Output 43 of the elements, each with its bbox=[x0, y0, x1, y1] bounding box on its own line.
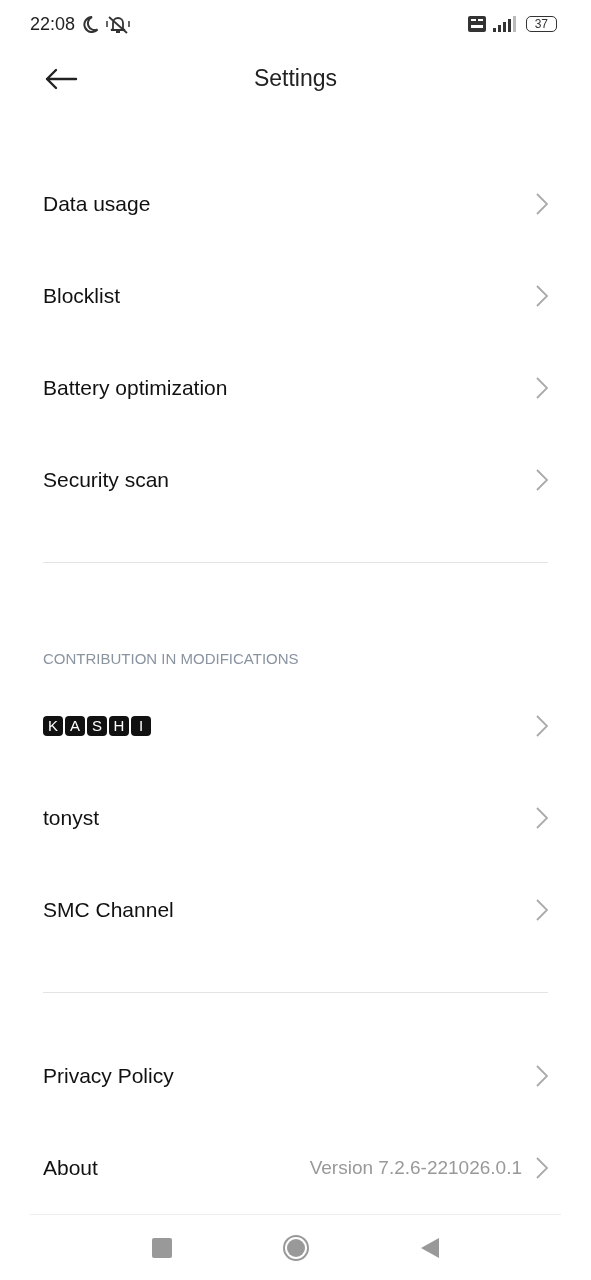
recents-square-icon[interactable] bbox=[151, 1237, 172, 1258]
settings-row[interactable]: Data usage bbox=[0, 158, 591, 251]
section-heading: CONTRIBUTION IN MODIFICATIONS bbox=[42, 649, 300, 670]
settings-row[interactable]: tonyst bbox=[0, 772, 591, 865]
chevron-right-icon bbox=[536, 193, 548, 216]
chevron-right-icon bbox=[536, 807, 548, 830]
chevron-right-icon bbox=[536, 469, 548, 492]
chevron-right-icon bbox=[536, 1157, 548, 1180]
version-text: Version 7.2.6-221026.0.1 bbox=[309, 1157, 522, 1180]
settings-row[interactable]: Blocklist bbox=[0, 250, 591, 343]
moon-icon bbox=[81, 15, 100, 34]
chevron-right-icon bbox=[536, 715, 548, 738]
row-label: tonyst bbox=[43, 806, 100, 831]
settings-row[interactable]: Battery optimization bbox=[0, 342, 591, 435]
keycap-letter: K bbox=[43, 716, 63, 737]
keycap-letter: H bbox=[109, 716, 129, 737]
row-label: Data usage bbox=[43, 192, 151, 217]
chevron-right-icon bbox=[536, 377, 548, 400]
keycap-letter: S bbox=[87, 716, 107, 737]
back-triangle-icon[interactable] bbox=[419, 1236, 440, 1259]
back-arrow-icon[interactable] bbox=[44, 67, 78, 90]
row-label: Security scan bbox=[43, 468, 170, 493]
row-label: Privacy Policy bbox=[43, 1064, 174, 1089]
keycap-letter: I bbox=[131, 716, 151, 737]
settings-row[interactable]: K A S H I bbox=[0, 680, 591, 773]
chevron-right-icon bbox=[536, 285, 548, 308]
muted-bell-icon bbox=[105, 14, 132, 35]
settings-row[interactable]: Privacy Policy bbox=[0, 1030, 591, 1123]
clock-time: 22:08 bbox=[30, 13, 76, 35]
keycap-letter: A bbox=[65, 716, 85, 737]
settings-row[interactable]: Security scan bbox=[0, 434, 591, 527]
page-title: Settings bbox=[253, 65, 338, 93]
home-circle-icon[interactable] bbox=[281, 1233, 310, 1262]
row-label: Blocklist bbox=[43, 284, 121, 309]
settings-row[interactable]: SMC Channel bbox=[0, 864, 591, 957]
chevron-right-icon bbox=[536, 899, 548, 922]
row-label: About bbox=[43, 1156, 98, 1181]
row-label: Battery optimization bbox=[43, 376, 228, 401]
signal-icon bbox=[491, 16, 518, 33]
chevron-right-icon bbox=[536, 1065, 548, 1088]
settings-row[interactable]: About Version 7.2.6-221026.0.1 bbox=[0, 1122, 591, 1215]
row-label: SMC Channel bbox=[43, 898, 174, 923]
battery-indicator: 37 bbox=[525, 16, 557, 33]
